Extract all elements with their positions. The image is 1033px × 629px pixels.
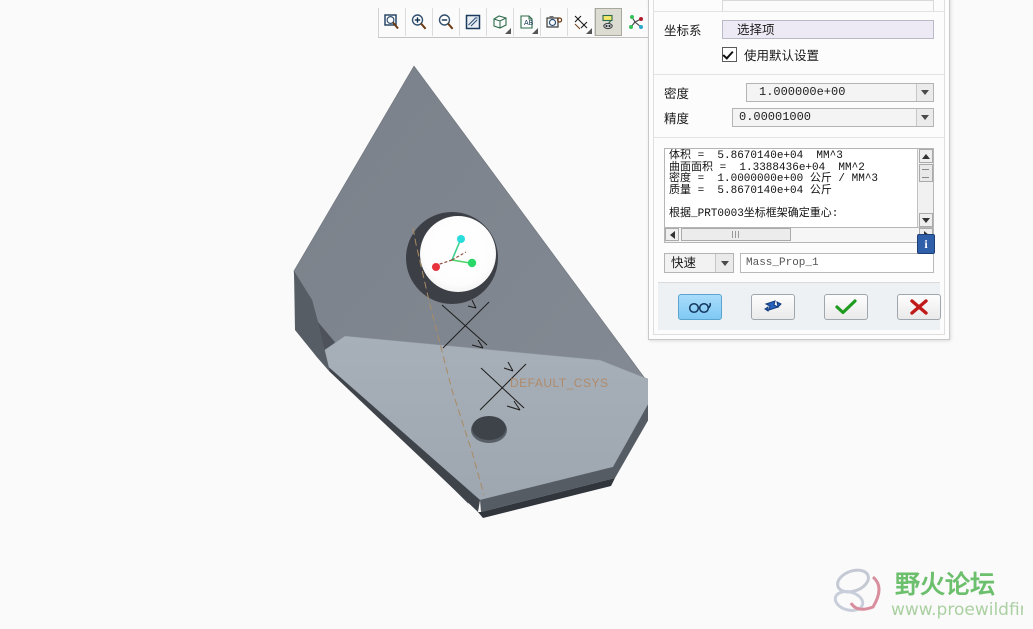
display-style-icon[interactable] [487, 8, 514, 36]
dialog-footer [658, 282, 941, 330]
results-vertical-scrollbar[interactable] [917, 149, 933, 227]
close-x-icon [910, 298, 928, 315]
scroll-left-button[interactable] [665, 228, 679, 241]
clipped-top-row [654, 0, 944, 12]
chevron-down-icon [505, 28, 511, 34]
svg-text:AB: AB [524, 20, 534, 27]
hole-opening [420, 216, 496, 292]
scroll-down-button[interactable] [918, 213, 933, 227]
horizontal-scroll-thumb[interactable] [681, 228, 791, 241]
checkmark-icon [835, 298, 857, 314]
csys-select-field[interactable]: 选择项 [722, 20, 934, 39]
analysis-type-dropdown-arrow[interactable] [715, 254, 733, 272]
small-hole-inner [472, 416, 506, 440]
annotation-display-icon[interactable]: AB [514, 8, 541, 36]
watermark-title: 野火论坛 [895, 570, 995, 599]
dialog-inner-frame: 坐标系 选择项 使用默认设置 密度 1.000000e+00 精度 0.0000… [653, 0, 945, 335]
model-3d-graphic: DEFAULT_CSYS [293, 65, 648, 518]
accuracy-combo[interactable]: 0.00001000 [732, 108, 934, 127]
cancel-button[interactable] [897, 293, 941, 320]
analysis-name-row: 快速 Mass_Prop_1 [654, 249, 944, 281]
results-textbox[interactable]: 体积 = 5.8670140e+04 MM^3 曲面面积 = 1.3388436… [664, 148, 934, 228]
csys-label: 坐标系 [664, 24, 702, 38]
recompute-button[interactable] [751, 293, 795, 320]
zoom-in-icon[interactable] [406, 8, 433, 36]
csys-display-icon[interactable] [595, 8, 622, 36]
clipped-row-field[interactable] [722, 0, 934, 11]
analysis-name-input[interactable]: Mass_Prop_1 [740, 253, 934, 273]
use-default-checkbox[interactable] [722, 47, 737, 62]
chevron-down-icon [532, 28, 538, 34]
results-text: 体积 = 5.8670140e+04 MM^3 曲面面积 = 1.3388436… [669, 150, 879, 220]
info-icon[interactable]: i [917, 234, 935, 254]
accuracy-dropdown-arrow[interactable] [916, 109, 933, 126]
triangle-up-icon [921, 153, 930, 159]
mass-properties-dialog[interactable]: 坐标系 选择项 使用默认设置 密度 1.000000e+00 精度 0.0000… [648, 0, 950, 340]
density-row: 密度 1.000000e+00 [664, 83, 934, 102]
zoom-window-icon[interactable] [379, 8, 406, 36]
density-dropdown-arrow[interactable] [916, 84, 933, 101]
scroll-up-button[interactable] [918, 149, 933, 163]
chevron-down-icon [921, 90, 929, 95]
view-toolbar[interactable]: AB [378, 8, 650, 38]
triangle-down-icon [921, 217, 930, 223]
repaint-icon[interactable] [460, 8, 487, 36]
density-label: 密度 [664, 87, 690, 101]
density-accuracy-section: 密度 1.000000e+00 精度 0.00001000 [654, 75, 944, 138]
zoom-out-icon[interactable] [433, 8, 460, 36]
chevron-down-icon [586, 28, 592, 34]
use-default-row[interactable]: 使用默认设置 [664, 45, 934, 64]
csys-section: 坐标系 选择项 使用默认设置 [654, 12, 944, 75]
watermark-url: www.proewildfire.cn [891, 600, 1023, 620]
density-value[interactable]: 1.000000e+00 [747, 84, 916, 101]
watermark-butterfly-icon [833, 568, 881, 612]
accuracy-value[interactable]: 0.00001000 [733, 109, 916, 126]
results-section: 体积 = 5.8670140e+04 MM^3 曲面面积 = 1.3388436… [654, 138, 944, 249]
glasses-icon [688, 302, 712, 313]
accuracy-label: 精度 [664, 112, 690, 126]
csys-label-text: DEFAULT_CSYS [510, 376, 608, 390]
results-horizontal-scrollbar[interactable] [664, 228, 934, 243]
horizontal-scroll-track[interactable] [679, 228, 919, 242]
analysis-type-value[interactable]: 快速 [665, 254, 715, 272]
model-viewport[interactable]: DEFAULT_CSYS [0, 0, 648, 629]
screenshot-icon[interactable] [541, 8, 568, 36]
point-display-icon[interactable] [622, 8, 649, 36]
refresh-arrows-icon [764, 299, 782, 312]
chevron-down-icon [921, 115, 929, 120]
density-combo[interactable]: 1.000000e+00 [746, 83, 934, 102]
datum-display-icon[interactable] [568, 8, 595, 36]
ok-button[interactable] [824, 293, 868, 320]
csys-row: 坐标系 选择项 [664, 20, 934, 39]
vertical-scroll-thumb[interactable] [918, 164, 933, 182]
preview-button[interactable] [678, 293, 722, 320]
analysis-type-combo[interactable]: 快速 [664, 253, 734, 273]
forum-watermark: 野火论坛 www.proewildfire.cn [823, 563, 1033, 623]
use-default-label: 使用默认设置 [744, 49, 820, 63]
accuracy-row: 精度 0.00001000 [664, 108, 934, 127]
triangle-left-icon [669, 230, 675, 239]
chevron-down-icon [720, 260, 729, 266]
